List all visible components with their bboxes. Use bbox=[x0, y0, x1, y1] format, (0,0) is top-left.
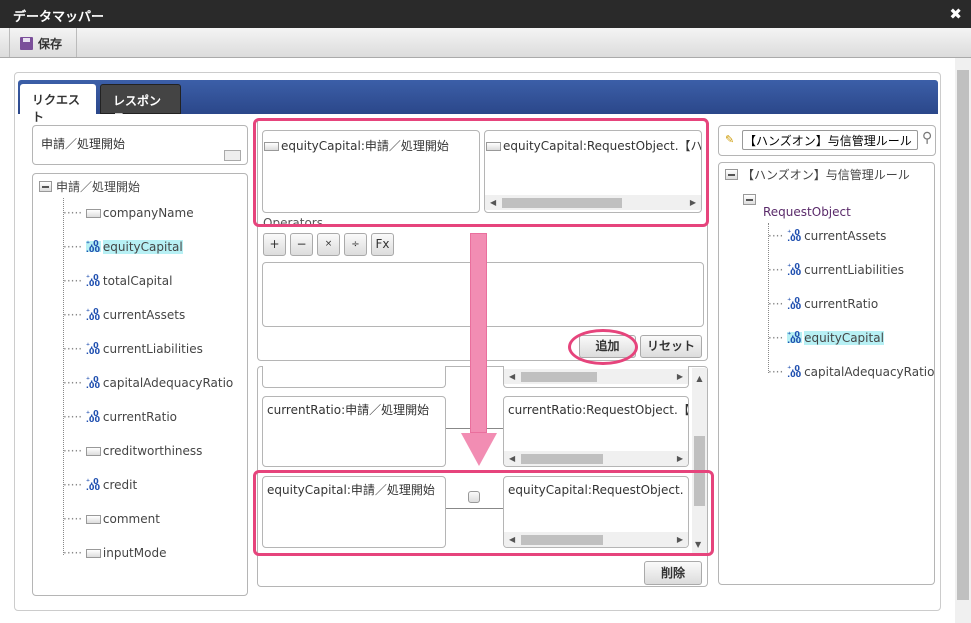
tree-root-label: 申請／処理開始 bbox=[56, 180, 141, 194]
delete-button[interactable]: 削除 bbox=[644, 561, 702, 585]
number-field-icon: ⁺.0.00 bbox=[787, 364, 802, 379]
tab-request[interactable]: リクエスト bbox=[20, 84, 96, 124]
number-field-icon: ⁺.0.00 bbox=[85, 273, 101, 288]
collapse-icon[interactable] bbox=[725, 169, 738, 180]
floppy-disk-icon bbox=[20, 37, 33, 50]
mapping-target-label: currentRatio:RequestObject.【ハ bbox=[508, 403, 689, 417]
tree-item-label: companyName bbox=[102, 206, 194, 220]
highlight-circle-add bbox=[568, 329, 638, 365]
operator-multiply-button[interactable]: × bbox=[317, 233, 340, 256]
tree-item-equityCapital[interactable]: ····· ⁺.0.00 equityCapital bbox=[63, 240, 183, 254]
collapse-icon[interactable] bbox=[39, 181, 52, 192]
save-label: 保存 bbox=[38, 37, 63, 51]
tree-root[interactable]: 申請／処理開始 bbox=[39, 178, 140, 195]
source-header: 申請／処理開始 bbox=[41, 137, 126, 151]
mapping-source-box bbox=[262, 366, 446, 388]
tree-item-totalCapital[interactable]: ····· ⁺.0.00 totalCapital bbox=[63, 273, 173, 289]
number-field-icon: ⁺.0.00 bbox=[85, 477, 101, 492]
tree-item-comment[interactable]: ····· comment bbox=[63, 512, 160, 526]
tree-node-label: RequestObject bbox=[763, 205, 851, 219]
target-search-box: ✎ ⚲ bbox=[718, 125, 936, 156]
mapping-source-box: currentRatio:申請／処理開始 bbox=[262, 396, 446, 467]
operator-divide-button[interactable]: ÷ bbox=[344, 233, 367, 256]
tree-root-label: 【ハンズオン】与信管理ルール bbox=[742, 168, 910, 182]
text-field-icon bbox=[85, 515, 101, 524]
tree-item-label: currentRatio bbox=[102, 410, 177, 424]
window-title: データマッパー bbox=[13, 10, 105, 25]
text-field-icon bbox=[85, 209, 101, 218]
tree-item-equityCapital[interactable]: ···· ⁺.0.00 equityCapital bbox=[768, 331, 884, 345]
tree-item-capitalAdequacyRatio[interactable]: ···· ⁺.0.00 capitalAdequacyRatio bbox=[768, 364, 935, 380]
title-bar: データマッパー bbox=[0, 0, 971, 28]
horizontal-scrollbar[interactable]: ◀ ▶ bbox=[504, 451, 688, 466]
operator-minus-button[interactable]: − bbox=[290, 233, 313, 256]
source-header-box: 申請／処理開始 bbox=[32, 125, 248, 165]
tab-response[interactable]: レスポンス bbox=[100, 84, 181, 125]
tree-item-label: currentAssets bbox=[102, 308, 186, 322]
number-field-icon: ⁺.0.00 bbox=[787, 228, 802, 243]
arrow-head bbox=[461, 433, 497, 466]
highlight-box-bottom bbox=[253, 470, 714, 556]
number-field-icon: ⁺.0.00 bbox=[85, 307, 101, 322]
search-icon[interactable]: ⚲ bbox=[922, 130, 932, 146]
tree-item-inputMode[interactable]: ····· inputMode bbox=[63, 546, 166, 560]
tree-item-label: equityCapital bbox=[804, 331, 884, 345]
tree-item-label: currentLiabilities bbox=[102, 342, 203, 356]
tree-item-currentRatio[interactable]: ····· ⁺.0.00 currentRatio bbox=[63, 409, 177, 425]
close-icon[interactable]: ✖ bbox=[949, 5, 962, 23]
tree-item-currentRatio[interactable]: ···· ⁺.0.00 currentRatio bbox=[768, 296, 879, 312]
number-field-icon: ⁺.0.00 bbox=[787, 296, 802, 311]
tree-root[interactable]: 【ハンズオン】与信管理ルール bbox=[725, 166, 910, 183]
tree-item-label: creditworthiness bbox=[102, 444, 203, 458]
tree-item-label: equityCapital bbox=[102, 240, 183, 254]
tree-item-companyName[interactable]: ····· companyName bbox=[63, 206, 194, 220]
list-icon[interactable] bbox=[224, 150, 241, 161]
highlight-box-top bbox=[253, 118, 709, 227]
target-search-input[interactable] bbox=[742, 130, 918, 150]
tree-item-currentLiabilities[interactable]: ····· ⁺.0.00 currentLiabilities bbox=[63, 341, 203, 357]
tree-item-label: currentAssets bbox=[804, 229, 887, 243]
pencil-icon: ✎ bbox=[725, 133, 735, 146]
source-tree: 申請／処理開始 ····· companyName ····· ⁺.0.00 equ… bbox=[32, 173, 248, 596]
tree-item-label: currentLiabilities bbox=[804, 263, 905, 277]
tree-item-capitalAdequacyRatio[interactable]: ····· ⁺.0.00 capitalAdequacyRatio bbox=[63, 375, 234, 391]
text-field-icon bbox=[85, 447, 101, 456]
operator-plus-button[interactable]: + bbox=[263, 233, 286, 256]
mapping-target-box: currentRatio:RequestObject.【ハ ◀ ▶ bbox=[503, 396, 689, 467]
mapping-target-box: ◀ ▶ bbox=[503, 366, 689, 388]
operator-function-button[interactable]: Fx bbox=[371, 233, 394, 256]
number-field-icon: ⁺.0.00 bbox=[85, 409, 101, 424]
tree-item-label: capitalAdequacyRatio bbox=[102, 376, 234, 390]
tree-item-label: inputMode bbox=[102, 546, 167, 560]
toolbar: 保存 bbox=[0, 28, 971, 58]
tree-node-requestobject[interactable]: RequestObject bbox=[743, 193, 851, 221]
collapse-icon[interactable] bbox=[743, 194, 756, 205]
tree-item-label: capitalAdequacyRatio bbox=[804, 365, 935, 379]
number-field-icon: ⁺.0.00 bbox=[787, 330, 803, 345]
horizontal-scrollbar[interactable]: ◀ ▶ bbox=[504, 369, 688, 384]
target-tree: 【ハンズオン】与信管理ルール RequestObject ···· ⁺.0.00… bbox=[718, 162, 935, 585]
tree-item-label: comment bbox=[102, 512, 160, 526]
arrow-down-icon bbox=[470, 233, 487, 433]
save-button[interactable]: 保存 bbox=[9, 28, 77, 57]
tree-item-currentAssets[interactable]: ····· ⁺.0.00 currentAssets bbox=[63, 307, 186, 323]
tree-item-label: totalCapital bbox=[102, 274, 173, 288]
number-field-icon: ⁺.0.00 bbox=[787, 262, 802, 277]
tree-item-label: credit bbox=[102, 478, 138, 492]
page-scrollbar-thumb[interactable] bbox=[957, 70, 969, 600]
text-field-icon bbox=[85, 549, 101, 558]
tree-item-currentLiabilities[interactable]: ···· ⁺.0.00 currentLiabilities bbox=[768, 262, 905, 278]
number-field-icon: ⁺.0.00 bbox=[85, 341, 101, 356]
tree-item-label: currentRatio bbox=[804, 297, 879, 311]
tree-item-credit[interactable]: ····· ⁺.0.00 credit bbox=[63, 477, 138, 493]
number-field-icon: ⁺.0.00 bbox=[85, 239, 101, 254]
number-field-icon: ⁺.0.00 bbox=[85, 375, 101, 390]
mapping-source-label: currentRatio:申請／処理開始 bbox=[267, 403, 430, 417]
reset-button[interactable]: リセット bbox=[640, 335, 702, 358]
tree-item-currentAssets[interactable]: ···· ⁺.0.00 currentAssets bbox=[768, 228, 887, 244]
tree-item-creditworthiness[interactable]: ····· creditworthiness bbox=[63, 444, 202, 458]
